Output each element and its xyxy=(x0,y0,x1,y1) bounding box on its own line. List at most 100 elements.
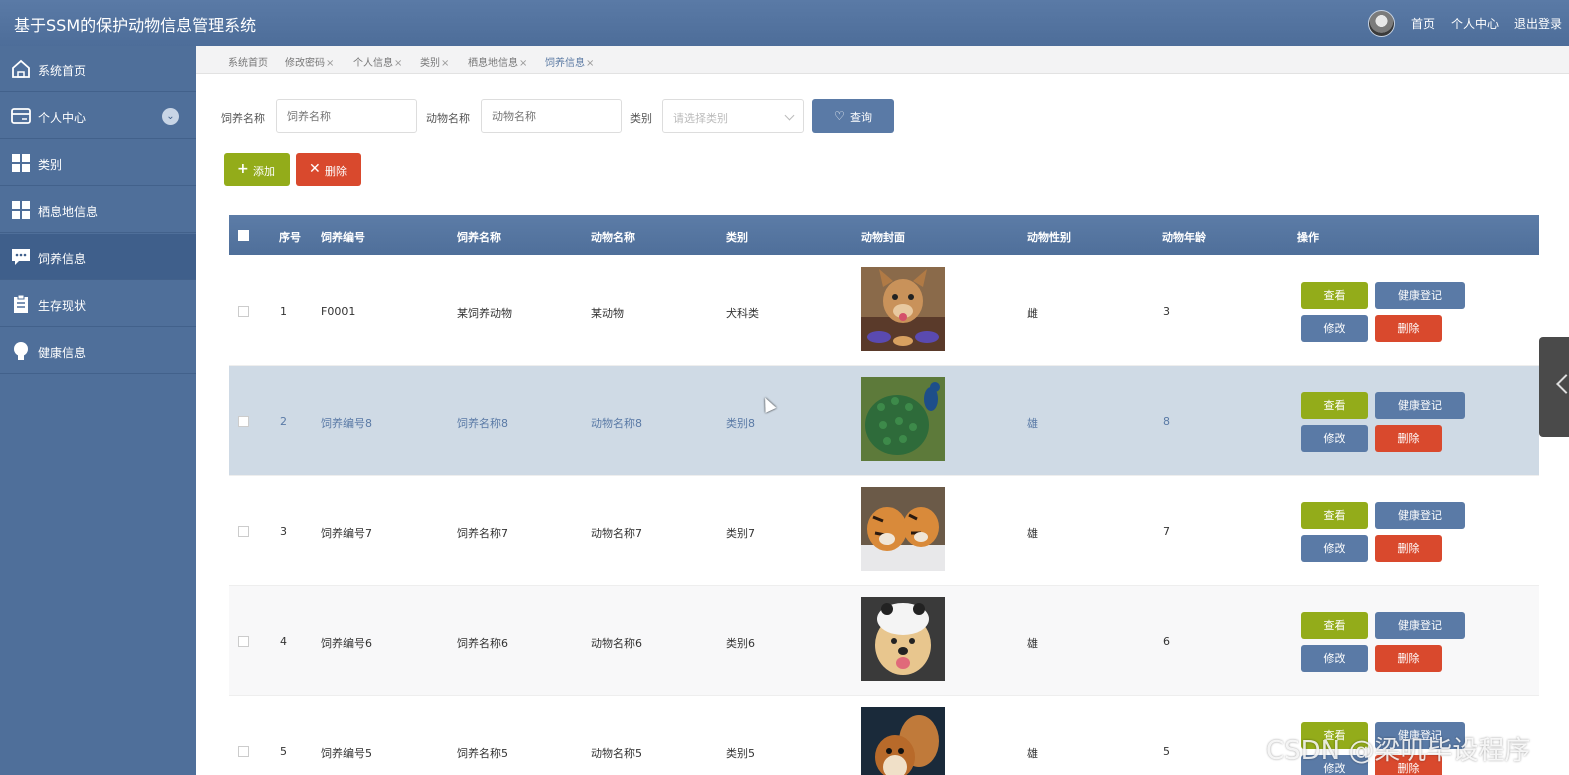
category-select[interactable]: 请选择类别 xyxy=(662,99,804,133)
health-register-button[interactable]: 健康登记 xyxy=(1375,502,1465,529)
cell-feed-name: 饲养名称5 xyxy=(457,747,508,760)
add-button[interactable]: + 添加 xyxy=(224,153,290,186)
tab-personal-info[interactable]: 个人信息× xyxy=(353,54,402,69)
sidebar-item-label: 类别 xyxy=(38,158,63,172)
close-icon[interactable]: × xyxy=(441,58,449,69)
sidebar-item-label: 生存现状 xyxy=(38,299,87,313)
animal-cover-image[interactable] xyxy=(861,597,945,681)
sidebar-item-label: 健康信息 xyxy=(38,346,87,360)
grid-icon xyxy=(12,201,30,219)
cell-code: 饲养编号5 xyxy=(321,747,372,760)
health-register-button[interactable]: 健康登记 xyxy=(1375,392,1465,419)
column-header: 动物年龄 xyxy=(1162,231,1206,244)
close-icon[interactable]: × xyxy=(394,58,402,69)
tab-change-password[interactable]: 修改密码× xyxy=(285,54,334,69)
sidebar-item-label: 栖息地信息 xyxy=(38,205,99,219)
chevron-left-icon xyxy=(1556,374,1569,394)
edit-button[interactable]: 修改 xyxy=(1301,645,1368,672)
row-checkbox[interactable] xyxy=(238,526,249,537)
close-icon[interactable]: × xyxy=(326,58,334,69)
cell-code: 饲养编号6 xyxy=(321,637,372,650)
health-register-button[interactable]: 健康登记 xyxy=(1375,612,1465,639)
nav-home-link[interactable]: 首页 xyxy=(1411,15,1435,32)
batch-delete-button[interactable]: ✕ 删除 xyxy=(296,153,361,186)
cell-code: 饲养编号8 xyxy=(321,417,372,430)
delete-button[interactable]: 删除 xyxy=(1375,425,1442,452)
row-checkbox[interactable] xyxy=(238,306,249,317)
cell-animal-name: 动物名称5 xyxy=(591,747,642,760)
view-button[interactable]: 查看 xyxy=(1301,612,1368,639)
sidebar-item-profile[interactable]: 个人中心 ⌄ xyxy=(0,93,196,139)
animal-cover-image[interactable] xyxy=(861,487,945,571)
tab-home[interactable]: 系统首页 xyxy=(228,54,268,69)
table-row[interactable]: 2 饲养编号8 饲养名称8 动物名称8 类别8 雄 8 查看 健康登记 修改 删… xyxy=(229,366,1539,476)
sidebar-item-category[interactable]: 类别 xyxy=(0,140,196,186)
edit-button[interactable]: 修改 xyxy=(1301,425,1368,452)
home-icon xyxy=(12,59,30,78)
animal-cover-image[interactable] xyxy=(861,267,945,351)
row-checkbox[interactable] xyxy=(238,746,249,757)
cell-age: 5 xyxy=(1163,745,1170,758)
delete-button[interactable]: 删除 xyxy=(1375,315,1442,342)
app-title: 基于SSM的保护动物信息管理系统 xyxy=(14,16,257,35)
feed-name-label: 饲养名称 xyxy=(221,112,265,125)
sidebar-item-feeding[interactable]: 饲养信息 xyxy=(0,234,196,280)
collapse-panel-handle[interactable] xyxy=(1539,337,1569,437)
tab-habitat[interactable]: 栖息地信息× xyxy=(468,54,527,69)
nav-logout-link[interactable]: 退出登录 xyxy=(1514,15,1562,32)
chat-icon xyxy=(12,249,30,265)
query-button-label: 查询 xyxy=(850,111,872,124)
sidebar-item-home[interactable]: 系统首页 xyxy=(0,46,196,92)
nav-profile-link[interactable]: 个人中心 xyxy=(1451,15,1499,32)
column-header: 动物性别 xyxy=(1027,231,1071,244)
cell-animal-name: 某动物 xyxy=(591,307,624,320)
cell-feed-name: 饲养名称8 xyxy=(457,417,508,430)
card-icon xyxy=(11,108,31,124)
sidebar-item-habitat[interactable]: 栖息地信息 xyxy=(0,187,196,233)
sidebar-item-label: 饲养信息 xyxy=(38,252,87,266)
select-all-checkbox[interactable] xyxy=(238,230,249,241)
category-label: 类别 xyxy=(630,112,652,125)
grid-icon xyxy=(12,154,30,172)
close-icon[interactable]: × xyxy=(519,58,527,69)
tab-label: 个人信息 xyxy=(353,58,393,69)
animal-name-label: 动物名称 xyxy=(426,112,470,125)
sidebar-item-status[interactable]: 生存现状 xyxy=(0,281,196,327)
tab-feeding[interactable]: 饲养信息× xyxy=(545,54,594,69)
health-register-button[interactable]: 健康登记 xyxy=(1375,282,1465,309)
chevron-down-icon[interactable]: ⌄ xyxy=(162,108,179,125)
table-row[interactable]: 4 饲养编号6 饲养名称6 动物名称6 类别6 雄 6 查看 健康登记 修改 删… xyxy=(229,586,1539,696)
cell-age: 7 xyxy=(1163,525,1170,538)
row-checkbox[interactable] xyxy=(238,416,249,427)
animal-cover-image[interactable] xyxy=(861,377,945,461)
view-button[interactable]: 查看 xyxy=(1301,282,1368,309)
add-button-label: 添加 xyxy=(253,165,275,178)
close-icon[interactable]: × xyxy=(586,58,594,69)
cell-animal-name: 动物名称8 xyxy=(591,417,642,430)
tab-category[interactable]: 类别× xyxy=(420,54,449,69)
tab-label: 类别 xyxy=(420,58,440,69)
cell-feed-name: 饲养名称7 xyxy=(457,527,508,540)
column-header: 操作 xyxy=(1297,231,1319,244)
table-row[interactable]: 1 F0001 某饲养动物 某动物 犬科类 雌 3 查看 健康登记 修改 删除 xyxy=(229,256,1539,366)
animal-cover-image[interactable] xyxy=(861,707,945,775)
edit-button[interactable]: 修改 xyxy=(1301,315,1368,342)
animal-name-input[interactable] xyxy=(481,99,622,133)
row-checkbox[interactable] xyxy=(238,636,249,647)
cell-gender: 雄 xyxy=(1027,527,1038,540)
view-button[interactable]: 查看 xyxy=(1301,502,1368,529)
edit-button[interactable]: 修改 xyxy=(1301,535,1368,562)
table-row[interactable]: 3 饲养编号7 饲养名称7 动物名称7 类别7 雄 7 查看 健康登记 修改 删… xyxy=(229,476,1539,586)
delete-button[interactable]: 删除 xyxy=(1375,645,1442,672)
feed-name-input[interactable] xyxy=(276,99,417,133)
avatar[interactable] xyxy=(1368,10,1395,37)
cell-age: 8 xyxy=(1163,415,1170,428)
view-button[interactable]: 查看 xyxy=(1301,392,1368,419)
query-button[interactable]: ♡ 查询 xyxy=(812,99,894,133)
column-header: 动物封面 xyxy=(861,231,905,244)
cell-index: 5 xyxy=(280,745,287,758)
cell-index: 3 xyxy=(280,525,287,538)
cell-code: 饲养编号7 xyxy=(321,527,372,540)
delete-button[interactable]: 删除 xyxy=(1375,535,1442,562)
sidebar-item-health[interactable]: 健康信息 xyxy=(0,328,196,374)
